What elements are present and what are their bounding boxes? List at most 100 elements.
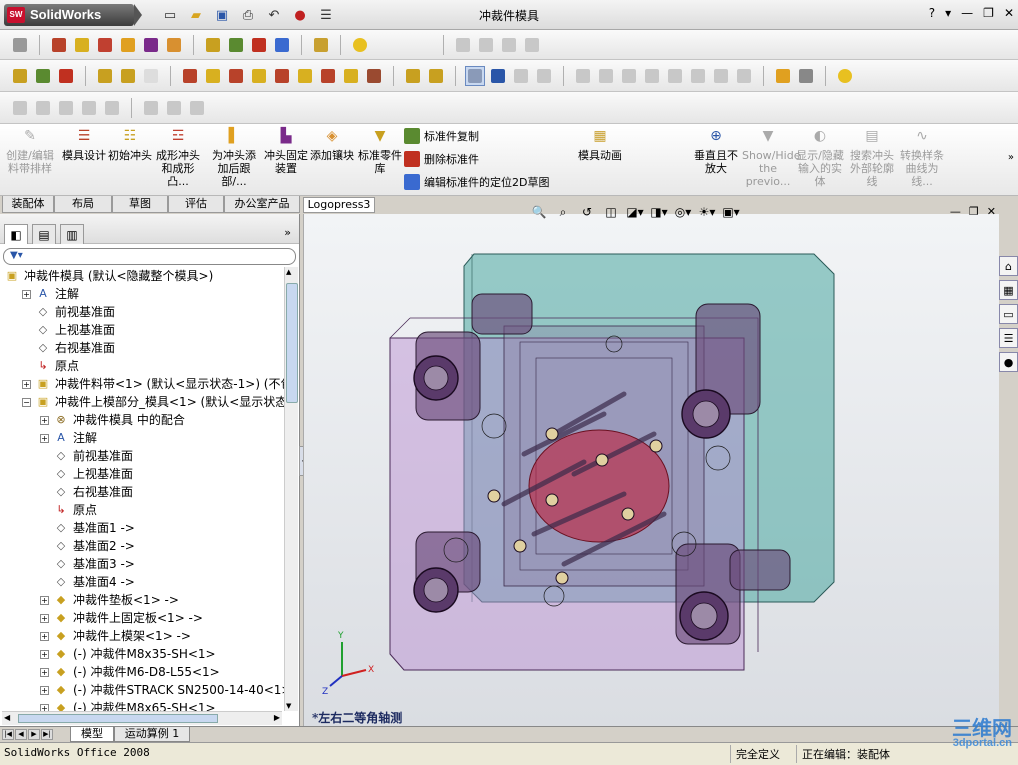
layer-tool-icon[interactable] <box>249 66 269 86</box>
tree-node[interactable]: ◇ 上视基准面 <box>22 321 115 339</box>
layer-tool-icon[interactable] <box>295 66 315 86</box>
show-hide-bodies-button[interactable]: ◐ 显示/隐藏输入的实体 <box>794 126 846 192</box>
animation-icon[interactable] <box>311 35 331 55</box>
tree-node[interactable]: ↳ 原点 <box>22 357 79 375</box>
form-punch-button[interactable]: ☲ 成形冲头和成形凸... <box>152 126 204 192</box>
hscroll-thumb[interactable] <box>18 714 218 723</box>
expand-icon[interactable]: + <box>40 433 49 443</box>
tree-node[interactable]: + A 注解 <box>22 285 79 303</box>
sketch-part-icon[interactable] <box>272 35 292 55</box>
show-hide-previous-button[interactable]: ▼ Show/Hide the previo... <box>742 126 800 192</box>
disabled-tool-icon[interactable] <box>711 66 731 86</box>
restore-icon[interactable]: ❐ <box>983 6 994 20</box>
graphics-area[interactable]: Y X Z <box>303 214 999 726</box>
sketch-tool-icon[interactable] <box>33 66 53 86</box>
tree-node[interactable]: ▣ 冲裁件模具 (默认<隐藏整个模具>) <box>4 267 214 285</box>
last-tab-icon[interactable]: ▶| <box>41 729 53 740</box>
retainer-tool-icon[interactable] <box>141 35 161 55</box>
copy-standard-part-button[interactable]: 标准件复制 <box>404 128 479 144</box>
layer-tool-icon[interactable] <box>272 66 292 86</box>
standard-part-icon[interactable] <box>426 66 446 86</box>
tree-node[interactable]: + A 注解 <box>40 429 97 447</box>
previous-view-icon[interactable]: ↺ <box>578 203 596 221</box>
design-library-icon[interactable]: ▦ <box>999 280 1018 300</box>
disabled-tool-icon[interactable] <box>642 66 662 86</box>
strip-tool-icon[interactable] <box>10 35 30 55</box>
view-cube-icon[interactable] <box>465 65 485 86</box>
tree-node[interactable]: ◇ 右视基准面 <box>40 483 133 501</box>
help-tool-icon[interactable] <box>350 35 370 55</box>
close-icon[interactable]: ✕ <box>987 205 996 218</box>
disabled-tool-icon[interactable] <box>534 66 554 86</box>
section-view-icon[interactable]: ◫ <box>602 203 620 221</box>
first-tab-icon[interactable]: |◀ <box>2 729 14 740</box>
layer-tool-icon[interactable] <box>226 66 246 86</box>
disabled-tool-icon[interactable] <box>164 98 184 118</box>
die-design-button[interactable]: ☰ 模具设计 <box>58 126 110 192</box>
tree-node[interactable]: + ◆ 冲裁件上固定板<1> -> <box>40 609 203 627</box>
tree-node[interactable]: + ◆ 冲裁件上模架<1> -> <box>40 627 191 645</box>
appearances-icon[interactable]: ● <box>999 352 1018 372</box>
disabled-tool-icon[interactable] <box>522 35 542 55</box>
tab-logopress3[interactable]: Logopress3 <box>303 197 375 213</box>
tree-node[interactable]: ◇ 前视基准面 <box>40 447 133 465</box>
chevron-right-icon[interactable]: » <box>1008 152 1014 163</box>
scroll-thumb[interactable] <box>286 283 298 403</box>
punch-retainer-button[interactable]: ▙ 冲头固定装置 <box>260 126 312 192</box>
layer-tool-icon[interactable] <box>341 66 361 86</box>
tree-node[interactable]: + ◆ (-) 冲裁件STRACK SN2500-14-40<1> (37. <box>40 681 284 699</box>
die-tool-icon[interactable] <box>95 35 115 55</box>
disabled-tool-icon[interactable] <box>665 66 685 86</box>
tree-node[interactable]: ◇ 基准面4 -> <box>40 573 135 591</box>
file-explorer-icon[interactable]: ▭ <box>999 304 1018 324</box>
tree-node[interactable]: + ⊗ 冲裁件模具 中的配合 <box>40 411 185 429</box>
disabled-tool-icon[interactable] <box>453 35 473 55</box>
disabled-tool-icon[interactable] <box>141 98 161 118</box>
standard-part-icon[interactable] <box>203 35 223 55</box>
die-tool-icon[interactable] <box>49 35 69 55</box>
hide-show-items-icon[interactable]: ◎▾ <box>674 203 692 221</box>
copy-part-icon[interactable] <box>226 35 246 55</box>
help-icon[interactable]: ? <box>929 6 935 20</box>
punch-tool-icon[interactable] <box>95 66 115 86</box>
feature-manager-tab-icon[interactable]: ◧ <box>4 224 28 244</box>
dropdown-icon[interactable]: ▾ <box>945 6 951 20</box>
delete-part-icon[interactable] <box>249 35 269 55</box>
standard-part-icon[interactable] <box>403 66 423 86</box>
punch-heel-button[interactable]: ▌ 为冲头添加后跟部/... <box>208 126 260 192</box>
expand-icon[interactable]: + <box>40 685 49 695</box>
disabled-tool-icon[interactable] <box>10 98 30 118</box>
scroll-left-icon[interactable]: ◀ <box>4 713 10 722</box>
tree-node[interactable]: ◇ 基准面1 -> <box>40 519 135 537</box>
scroll-right-icon[interactable]: ▶ <box>274 713 280 722</box>
edit-part-sketch-button[interactable]: 编辑标准件的定位2D草图 <box>404 174 549 190</box>
disabled-tool-icon[interactable] <box>499 35 519 55</box>
tree-node[interactable]: + ◆ (-) 冲裁件M8x35-SH<1> <box>40 645 216 663</box>
tab-sketch[interactable]: 草图 <box>112 196 168 213</box>
scroll-down-icon[interactable]: ▼ <box>286 702 291 710</box>
display-style-icon[interactable]: ◨▾ <box>650 203 668 221</box>
disabled-tool-icon[interactable] <box>596 66 616 86</box>
disabled-tool-icon[interactable] <box>33 98 53 118</box>
layer-tool-icon[interactable] <box>203 66 223 86</box>
expand-icon[interactable]: + <box>40 649 49 659</box>
tab-evaluate[interactable]: 评估 <box>168 196 224 213</box>
tree-node[interactable]: − ▣ 冲裁件上模部分_模具<1> (默认<显示状态-1> <box>22 393 284 411</box>
minimize-icon[interactable]: — <box>961 6 973 20</box>
search-outline-button[interactable]: ▤ 搜索冲头外部轮廓线 <box>846 126 898 192</box>
die-tool-icon[interactable] <box>72 35 92 55</box>
die-animation-button[interactable]: ▦ 模具动画 <box>574 126 626 192</box>
delete-standard-part-button[interactable]: 删除标准件 <box>404 151 479 167</box>
view-orientation-icon[interactable]: ◪▾ <box>626 203 644 221</box>
zoom-area-icon[interactable]: ⌕ <box>554 203 572 221</box>
tree-node[interactable]: ◇ 右视基准面 <box>22 339 115 357</box>
sketch-part-icon[interactable] <box>773 66 793 86</box>
home-icon[interactable]: ⌂ <box>999 256 1018 276</box>
disabled-tool-icon[interactable] <box>79 98 99 118</box>
filter-field[interactable]: ▼▾ <box>3 248 296 265</box>
view-settings-icon[interactable]: ▣▾ <box>722 203 740 221</box>
configuration-tab-icon[interactable]: ▥ <box>60 224 84 244</box>
expand-icon[interactable]: + <box>22 289 31 299</box>
strip-layout-button[interactable]: ✎ 创建/编辑料带排样 <box>4 126 56 192</box>
scroll-up-icon[interactable]: ▲ <box>286 268 291 276</box>
